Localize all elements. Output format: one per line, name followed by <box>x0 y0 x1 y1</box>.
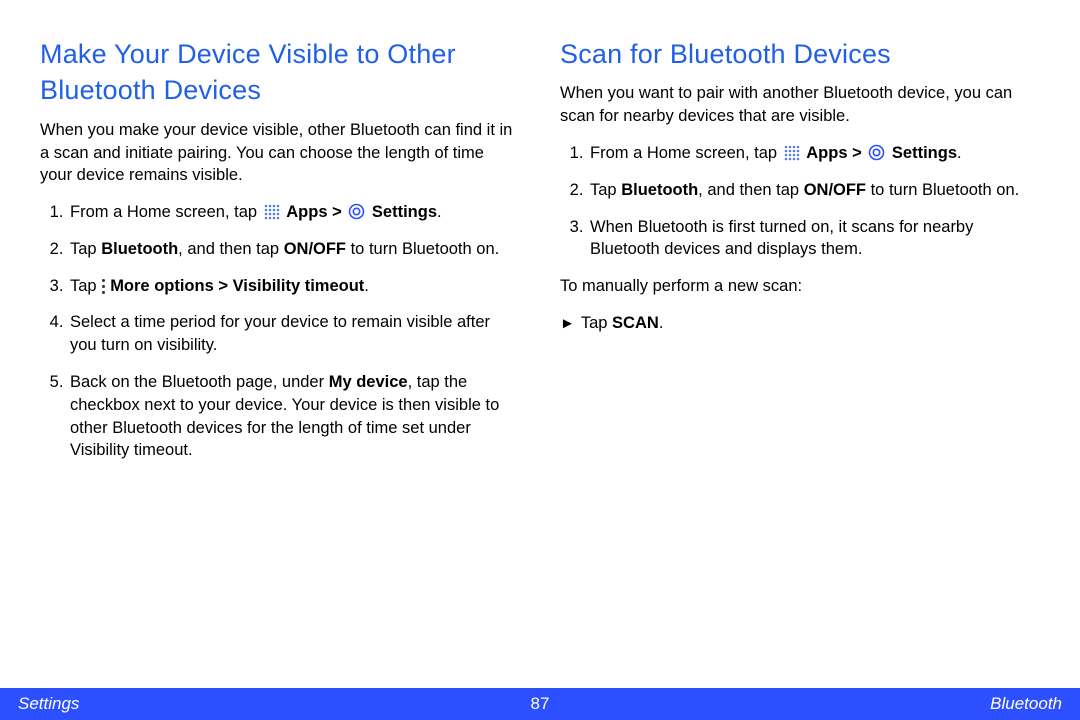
right-step-1: From a Home screen, tap Apps > Settings. <box>588 142 1040 165</box>
right-intro: When you want to pair with another Bluet… <box>560 82 1040 128</box>
left-heading: Make Your Device Visible to Other Blueto… <box>40 36 520 109</box>
right-step-2: Tap Bluetooth, and then tap ON/OFF to tu… <box>588 179 1040 202</box>
page-footer: Settings 87 Bluetooth <box>0 688 1080 720</box>
tap-scan-line: ►Tap SCAN. <box>560 312 1040 335</box>
manual-scan-label: To manually perform a new scan: <box>560 275 1040 298</box>
left-step-4: Select a time period for your device to … <box>68 311 520 357</box>
left-intro: When you make your device visible, other… <box>40 119 520 187</box>
left-step-2: Tap Bluetooth, and then tap ON/OFF to tu… <box>68 238 520 261</box>
right-heading: Scan for Bluetooth Devices <box>560 36 1040 72</box>
more-options-icon <box>101 278 106 294</box>
page-content: Make Your Device Visible to Other Blueto… <box>0 0 1080 688</box>
settings-icon <box>868 144 885 161</box>
footer-right: Bluetooth <box>990 694 1062 714</box>
left-column: Make Your Device Visible to Other Blueto… <box>40 36 540 688</box>
apps-icon <box>784 145 800 161</box>
arrow-icon: ► <box>560 314 575 335</box>
footer-left: Settings <box>18 694 79 714</box>
left-step-1: From a Home screen, tap Apps > Settings. <box>68 201 520 224</box>
right-column: Scan for Bluetooth Devices When you want… <box>540 36 1040 688</box>
left-steps: From a Home screen, tap Apps > Settings.… <box>40 201 520 462</box>
right-step-3: When Bluetooth is first turned on, it sc… <box>588 216 1040 262</box>
footer-page-number: 87 <box>531 694 550 714</box>
left-step-5: Back on the Bluetooth page, under My dev… <box>68 371 520 462</box>
left-step-3: Tap More options > Visibility timeout. <box>68 275 520 298</box>
apps-icon <box>264 204 280 220</box>
right-steps: From a Home screen, tap Apps > Settings.… <box>560 142 1040 261</box>
settings-icon <box>348 203 365 220</box>
